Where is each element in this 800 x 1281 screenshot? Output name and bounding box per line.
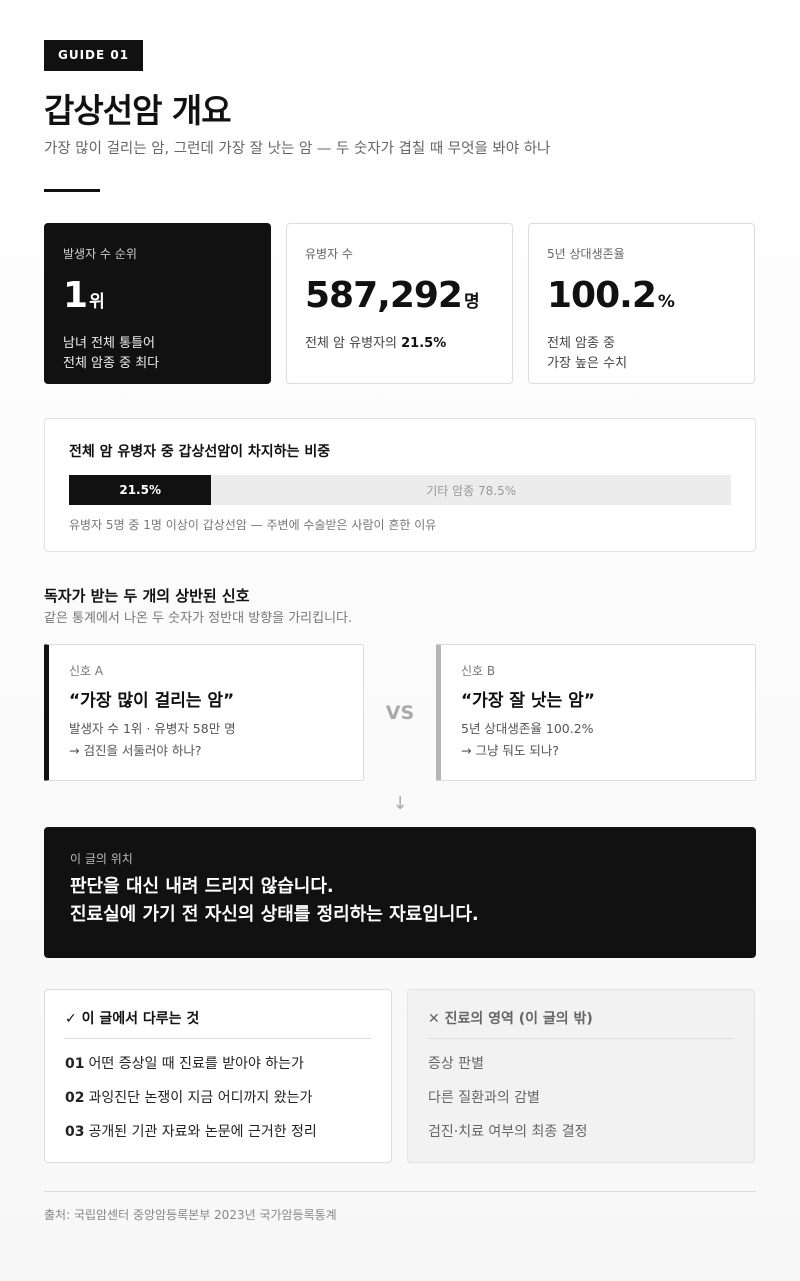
signal-card-a: 신호 A “가장 많이 걸리는 암” 발생자 수 1위 · 유병자 58만 명 … — [44, 644, 364, 781]
stat-description: 전체 암 유병자의 21.5% — [305, 334, 494, 354]
signals-subtitle: 같은 통계에서 나온 두 숫자가 정반대 방향을 가리킵니다. — [44, 611, 353, 626]
stat-description: 남녀 전체 통틀어 전체 암종 중 최다 — [63, 334, 252, 374]
scope-heading-covered: ✓ 이 글에서 다루는 것 — [65, 1010, 371, 1039]
signals-title: 독자가 받는 두 개의 상반된 신호 — [44, 587, 250, 605]
share-note: 유병자 5명 중 1명 이상이 갑상선암 — 주변에 수술받은 사람이 흔한 이… — [69, 518, 437, 532]
stat-desc-line: 전체 암종 중 — [547, 336, 616, 351]
stat-desc-line: 남녀 전체 통틀어 — [63, 336, 155, 351]
stat-label: 유병자 수 — [305, 247, 353, 261]
list-item: 다른 질환과의 감별 — [428, 1090, 540, 1106]
stat-card-incidence-rank: 발생자 수 순위 1위 남녀 전체 통틀어 전체 암종 중 최다 — [44, 223, 271, 384]
signal-tag: 신호 B — [461, 664, 496, 678]
item-number: 02 — [65, 1090, 85, 1106]
item-number: 03 — [65, 1124, 85, 1140]
signal-card-b: 신호 B “가장 잘 낫는 암” 5년 상대생존율 100.2% → 그냥 둬도… — [436, 644, 756, 781]
stat-label: 발생자 수 순위 — [63, 247, 137, 261]
stat-value: 587,292 명 — [305, 276, 494, 322]
stat-desc-highlight: 21.5% — [401, 336, 447, 351]
position-statement: 판단을 대신 내려 드리지 않습니다. — [70, 876, 334, 897]
title-divider — [44, 189, 100, 192]
signal-quote: “가장 잘 낫는 암” — [461, 691, 595, 711]
item-text: 어떤 증상일 때 진료를 받아야 하는가 — [88, 1056, 304, 1072]
scope-card-covered: ✓ 이 글에서 다루는 것 01 어떤 증상일 때 진료를 받아야 하는가 02 과… — [44, 989, 392, 1163]
scope-card-excluded: ✕ 진료의 영역 (이 글의 밖) 증상 판별 다른 질환과의 감별 검진·치료… — [407, 989, 755, 1163]
position-statement: 진료실에 가기 전 자신의 상태를 정리하는 자료입니다. — [70, 904, 479, 925]
signal-detail: 5년 상대생존율 100.2% — [461, 721, 594, 736]
page-subtitle: 가장 많이 걸리는 암, 그런데 가장 잘 낫는 암 — 두 숫자가 겹칠 때 … — [44, 141, 551, 157]
stat-card-prevalence: 유병자 수 587,292 명 전체 암 유병자의 21.5% — [286, 223, 513, 384]
stat-unit: 위 — [89, 292, 105, 312]
list-item: 검진·치료 여부의 최종 결정 — [428, 1124, 588, 1140]
signal-detail: 발생자 수 1위 · 유병자 58만 명 — [69, 721, 236, 736]
list-item: 03 공개된 기관 자료와 논문에 근거한 정리 — [65, 1115, 371, 1149]
footer-divider — [44, 1191, 756, 1192]
stat-label: 5년 상대생존율 — [547, 247, 625, 261]
list-item: 02 과잉진단 논쟁이 지금 어디까지 왔는가 — [65, 1081, 371, 1115]
stat-desc-prefix: 전체 암 유병자의 — [305, 336, 402, 351]
guide-page: GUIDE 01 갑상선암 개요 가장 많이 걸리는 암, 그런데 가장 잘 낫… — [44, 40, 756, 1224]
signal-comparison: 신호 A “가장 많이 걸리는 암” 발생자 수 1위 · 유병자 58만 명 … — [44, 644, 756, 781]
position-label: 이 글의 위치 — [70, 852, 133, 866]
item-number: 01 — [65, 1056, 85, 1072]
signal-question: → 그냥 둬도 되나? — [461, 743, 560, 758]
signal-question: → 검진을 서둘러야 하나? — [69, 743, 202, 758]
stat-cards: 발생자 수 순위 1위 남녀 전체 통틀어 전체 암종 중 최다 유병자 수 5… — [44, 223, 756, 384]
share-title: 전체 암 유병자 중 갑상선암이 차지하는 비중 — [69, 444, 331, 460]
page-title: 갑상선암 개요 — [44, 91, 232, 130]
down-arrow-icon: ↓ — [392, 793, 408, 814]
guide-badge: GUIDE 01 — [44, 40, 144, 71]
stat-desc-line: 가장 높은 수치 — [547, 356, 628, 371]
stat-value: 1위 — [63, 276, 252, 322]
vs-label: VS — [385, 701, 415, 724]
scope-heading-excluded: ✕ 진료의 영역 (이 글의 밖) — [428, 1010, 734, 1039]
stat-number: 587,292 — [305, 275, 463, 316]
share-bar-fill: 21.5% — [69, 475, 212, 505]
stat-description: 전체 암종 중 가장 높은 수치 — [547, 334, 736, 374]
signal-tag: 신호 A — [69, 664, 104, 678]
item-text: 공개된 기관 자료와 논문에 근거한 정리 — [88, 1124, 317, 1140]
list-item: 01 어떤 증상일 때 진료를 받아야 하는가 — [65, 1047, 371, 1081]
stat-number: 100.2 — [547, 275, 657, 316]
stat-unit: % — [657, 292, 675, 312]
scope-list-covered: 01 어떤 증상일 때 진료를 받아야 하는가 02 과잉진단 논쟁이 지금 어디까… — [65, 1047, 371, 1149]
stat-unit: 명 — [463, 292, 480, 312]
stat-number: 1 — [63, 275, 88, 316]
scope-cards: ✓ 이 글에서 다루는 것 01 어떤 증상일 때 진료를 받아야 하는가 02 과… — [44, 989, 756, 1163]
share-bar: 21.5% 기타 암종 78.5% — [69, 475, 731, 505]
stat-card-survival-rate: 5년 상대생존율 100.2% 전체 암종 중 가장 높은 수치 — [528, 223, 755, 384]
stat-value: 100.2% — [547, 276, 736, 322]
article-position-card: 이 글의 위치 판단을 대신 내려 드리지 않습니다. 진료실에 가기 전 자신… — [44, 827, 756, 958]
scope-list-excluded: 증상 판별 다른 질환과의 감별 검진·치료 여부의 최종 결정 — [428, 1047, 734, 1149]
share-bar-rest: 기타 암종 78.5% — [426, 483, 517, 498]
item-text: 과잉진단 논쟁이 지금 어디까지 왔는가 — [88, 1090, 313, 1106]
list-item: 증상 판별 — [428, 1056, 484, 1072]
source-citation: 출처: 국립암센터 중앙암등록본부 2023년 국가암등록통계 — [44, 1208, 337, 1222]
signal-quote: “가장 많이 걸리는 암” — [69, 691, 235, 711]
stat-desc-line: 전체 암종 중 최다 — [63, 356, 160, 371]
prevalence-share-card: 전체 암 유병자 중 갑상선암이 차지하는 비중 21.5% 기타 암종 78.… — [44, 418, 756, 552]
